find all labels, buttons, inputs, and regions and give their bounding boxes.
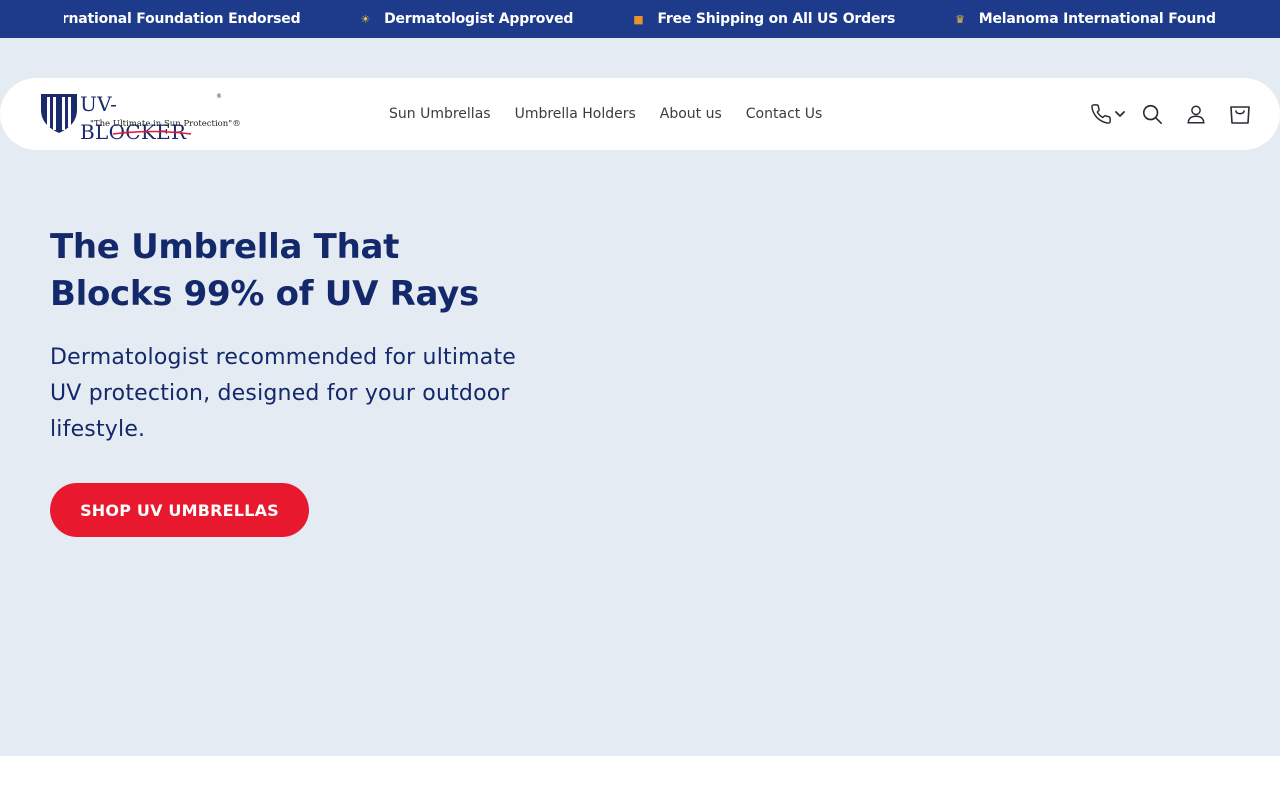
sun-icon: ☀ [360,12,371,26]
search-icon [1142,104,1162,124]
announcement-item: ternational Foundation Endorsed [64,11,301,27]
logo[interactable]: UV-BLOCKER ® "The Ultimate in Sun Protec… [40,90,241,144]
announcement-text: Melanoma International Foundation Endors… [978,11,1216,27]
announcement-item: ♛ Melanoma International Foundation Endo… [955,11,1216,27]
main-nav: Sun Umbrellas Umbrella Holders About us … [389,78,846,150]
hero-subtitle: Dermatologist recommended for ultimate U… [50,345,517,442]
shield-logo-icon [41,94,77,133]
announcement-item: ☀ Dermatologist Approved [360,11,573,27]
cart-icon [1230,106,1250,124]
truck-icon: ■ [633,12,644,26]
shop-uv-umbrellas-button[interactable]: SHOP UV UMBRELLAS [50,483,309,537]
nav-umbrella-holders[interactable]: Umbrella Holders [515,106,636,122]
announcement-text: ternational Foundation Endorsed [64,11,301,27]
logo-registered-mark: ® [216,93,222,100]
search-button[interactable] [1130,98,1174,130]
logo-wordmark: UV-BLOCKER [80,92,187,144]
phone-dropdown-button[interactable] [1086,98,1130,130]
trophy-icon: ♛ [955,12,965,26]
hero-title-line-2: Blocks 99% of UV Rays [50,274,479,314]
cart-button[interactable] [1218,98,1262,130]
nav-contact-us[interactable]: Contact Us [746,106,822,122]
announcement-bar: ternational Foundation Endorsed ☀ Dermat… [0,0,1280,38]
header-icons [1086,98,1262,130]
announcement-marquee: ternational Foundation Endorsed ☀ Dermat… [64,0,1216,38]
chevron-down-icon [1115,111,1125,117]
site-header: UV-BLOCKER ® "The Ultimate in Sun Protec… [0,78,1280,150]
nav-sun-umbrellas[interactable]: Sun Umbrellas [389,106,491,122]
announcement-text: Free Shipping on All US Orders [657,11,896,27]
hero-title-line-1: The Umbrella That [50,227,400,267]
logo-tagline: "The Ultimate in Sun Protection"® [90,119,241,129]
announcement-text: Dermatologist Approved [384,11,574,27]
hero-title: The Umbrella That Blocks 99% of UV Rays [50,224,570,318]
announcement-item: ■ Free Shipping on All US Orders [633,11,895,27]
hero-section: UV-BLOCKER ® "The Ultimate in Sun Protec… [0,38,1280,756]
phone-icon [1091,104,1111,124]
account-icon [1187,105,1205,124]
logo-swoosh-icon [112,130,192,135]
nav-about-us[interactable]: About us [660,106,722,122]
account-button[interactable] [1174,98,1218,130]
announcement-track: ternational Foundation Endorsed ☀ Dermat… [64,0,1216,38]
